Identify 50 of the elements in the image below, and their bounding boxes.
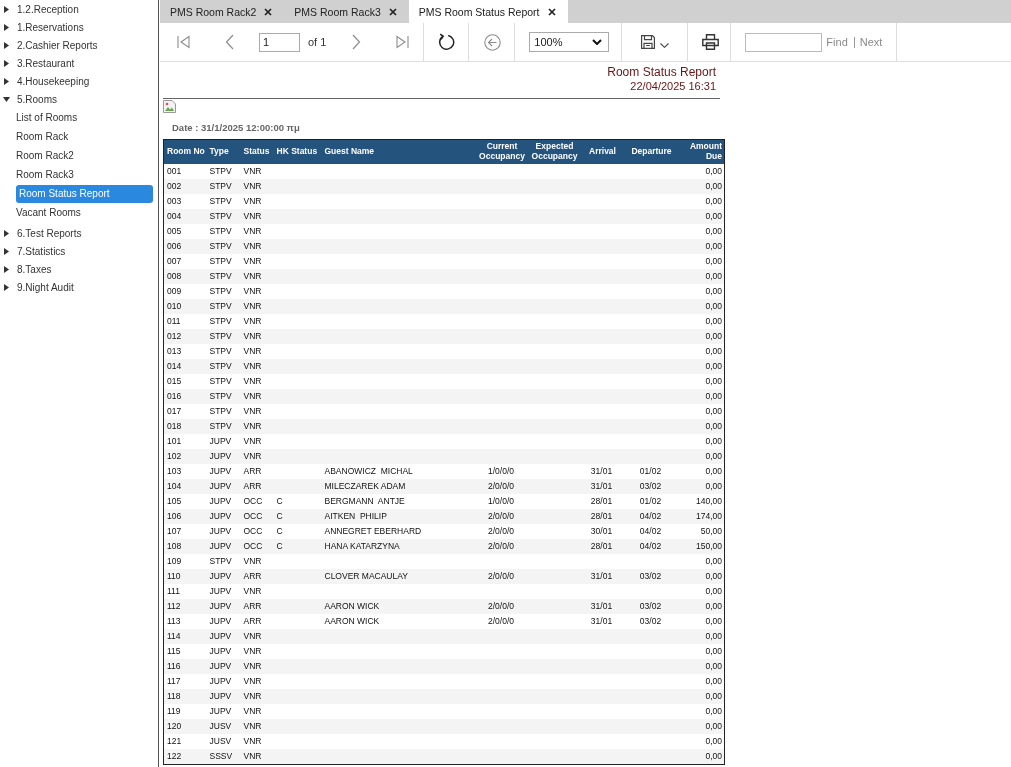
nav-item[interactable]: Room Rack3 <box>16 167 74 182</box>
close-icon[interactable] <box>264 7 273 16</box>
chevron-right-icon <box>351 34 361 50</box>
column-header: HK Status <box>273 139 321 164</box>
first-page-icon <box>176 35 190 49</box>
nav-item[interactable]: Vacant Rooms <box>16 205 81 220</box>
tab[interactable]: PMS Room Status Report <box>408 0 568 23</box>
tree-item[interactable]: 8.Taxes <box>0 262 52 276</box>
tab[interactable]: PMS Room Rack2 <box>160 0 285 23</box>
tree-item[interactable]: 4.Housekeeping <box>0 74 90 88</box>
chevron-left-icon <box>224 34 234 50</box>
column-header: Arrival <box>580 139 623 164</box>
report-timestamp: 22/04/2025 16:31 <box>630 79 716 93</box>
nav-item[interactable]: Room Status Report <box>16 184 153 203</box>
chevron-down-icon <box>592 39 603 45</box>
column-header: Departure <box>622 139 679 164</box>
report-date: Date : 31/1/2025 12:00:00 πμ <box>172 122 300 134</box>
page-number-field[interactable]: 1 <box>259 32 300 52</box>
tree-item[interactable]: 1.2.Reception <box>0 2 79 16</box>
broken-image-icon <box>163 100 176 113</box>
column-header: Current Occupancy <box>475 139 527 164</box>
circle-arrow-left-icon <box>483 33 501 51</box>
nav-item[interactable]: Room Rack <box>16 129 69 144</box>
tree-item[interactable]: 9.Night Audit <box>0 280 74 294</box>
close-icon[interactable] <box>547 7 556 16</box>
tree-item[interactable]: 5.Rooms <box>0 92 57 106</box>
tree-item[interactable]: 2.Cashier Reports <box>0 38 98 52</box>
column-header: Type <box>206 139 241 164</box>
column-header: Expected Occupancy <box>526 139 581 164</box>
caret-icon <box>660 42 670 48</box>
refresh-icon <box>437 33 455 51</box>
close-icon[interactable] <box>388 7 397 16</box>
tree-item[interactable]: 3.Restaurant <box>0 56 75 70</box>
tree-item[interactable]: 1.Reservations <box>0 20 84 34</box>
last-page-icon <box>395 35 409 49</box>
save-icon <box>641 35 656 49</box>
nav-item[interactable]: Room Rack2 <box>16 148 74 163</box>
zoom-dropdown[interactable]: 100% <box>529 32 610 52</box>
column-header: Status <box>240 139 274 164</box>
column-header: Room No <box>163 139 207 164</box>
nav-item[interactable]: List of Rooms <box>16 110 78 125</box>
tree-item[interactable]: 7.Statistics <box>0 244 66 258</box>
column-header: Amount Due <box>678 139 725 164</box>
find-field[interactable] <box>745 32 823 52</box>
report-title: Room Status Report <box>607 65 716 79</box>
tree-item[interactable]: 6.Test Reports <box>0 226 82 240</box>
page-count: of 1 <box>308 36 327 48</box>
tab[interactable]: PMS Room Rack3 <box>284 0 409 23</box>
print-icon <box>701 34 719 50</box>
column-header: Guest Name <box>320 139 476 164</box>
